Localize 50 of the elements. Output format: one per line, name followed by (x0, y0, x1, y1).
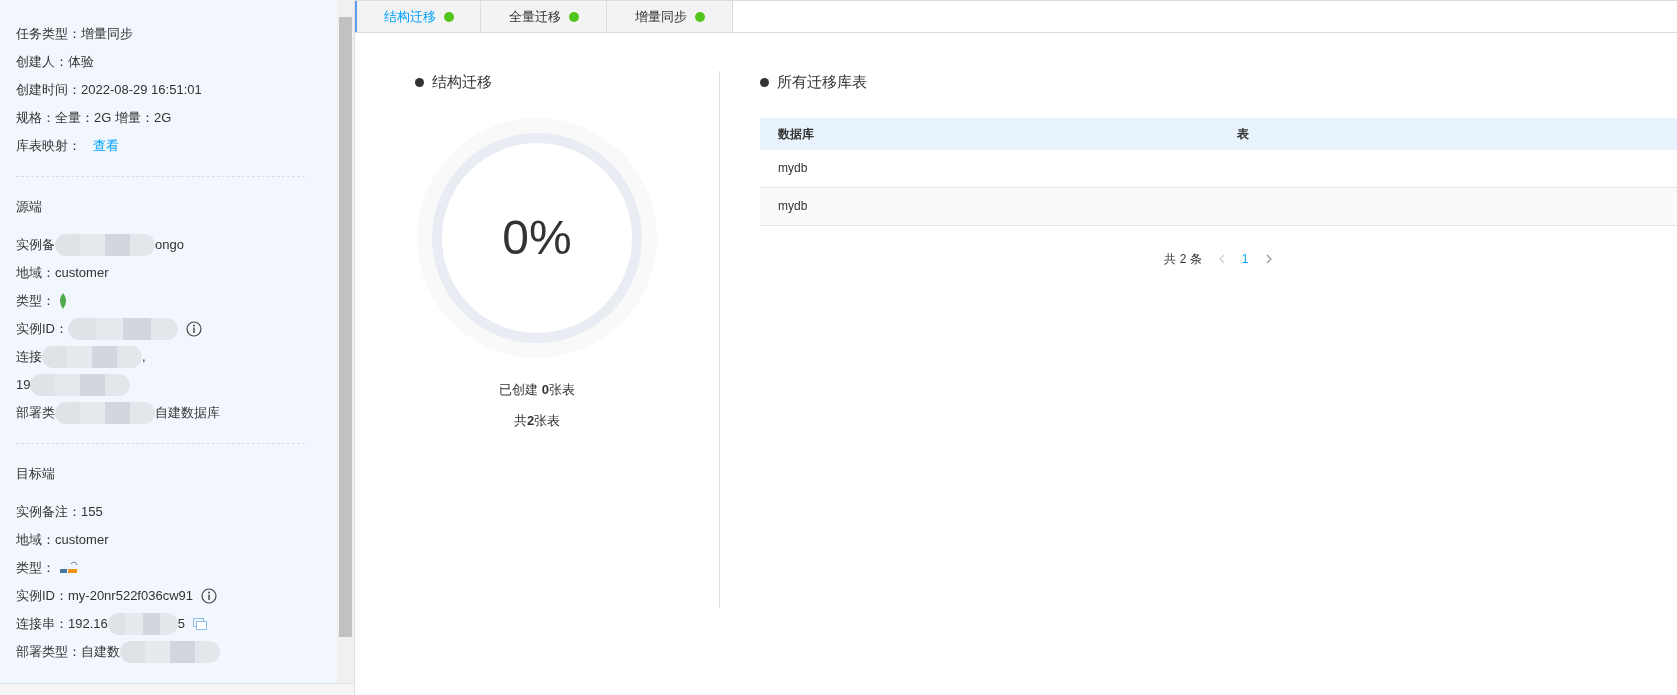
info-text: 连接 (16, 348, 42, 367)
tab[interactable]: 全量迁移 (481, 1, 607, 32)
table-cell: mydb (778, 199, 808, 213)
scrollbar[interactable] (337, 0, 354, 683)
section-heading: 结构迁移 (432, 72, 492, 92)
info-text: 地域：customer (16, 531, 109, 550)
section-title: 源端 (16, 198, 43, 217)
total-count: 共2张表 (513, 412, 561, 430)
info-text: 实例ID：my-20nr522f036cw91 (16, 587, 194, 606)
view-link[interactable]: 查看 (93, 136, 119, 156)
tab[interactable]: 增量同步 (607, 1, 733, 32)
info-text: 19 (16, 376, 31, 395)
info-text: 库表映射： (16, 137, 81, 156)
bullet-icon (760, 77, 769, 87)
bullet-icon (415, 77, 424, 87)
previous-page-icon[interactable] (1217, 253, 1226, 264)
info-icon[interactable] (186, 321, 202, 337)
info-text: 部署类 (16, 404, 55, 423)
info-text: 5 (177, 615, 185, 634)
info-text: 创建人：体验 (16, 53, 94, 72)
info-text: 实例ID： (16, 320, 68, 339)
info-text: ongo (155, 236, 184, 255)
total-count: 共 2 条 (1164, 250, 1202, 268)
info-text: 任务类型：增量同步 (16, 25, 133, 44)
section-heading: 所有迁移库表 (777, 72, 867, 92)
percent-value: 0% (502, 209, 572, 266)
dolphin-logo-icon (59, 561, 79, 575)
tab[interactable]: 结构迁移 (355, 1, 481, 32)
info-text: 连接串：192.16 (16, 615, 108, 634)
info-text: 实例备注：155 (16, 503, 103, 522)
info-icon[interactable] (201, 588, 218, 604)
info-label: 类型： (16, 559, 55, 578)
section-title: 目标端 (16, 465, 56, 484)
info-text: 实例备 (16, 236, 55, 255)
info-text: 自建数据库 (155, 404, 220, 423)
blur-patch (107, 613, 178, 635)
info-label: 类型： (16, 292, 55, 311)
table-cell: mydb (778, 161, 808, 175)
column-header: 表 (1235, 125, 1250, 143)
info-text: , (142, 348, 146, 367)
created-count: 已创建 0张表 (499, 380, 575, 399)
info-text: 地域：customer (16, 264, 109, 283)
leaf-logo-icon (59, 293, 67, 309)
info-text: 规格：全量：2G 增量：2G (16, 109, 172, 128)
page-number[interactable]: 1 (1241, 249, 1249, 268)
column-header: 数据库 (777, 125, 815, 143)
copy-icon[interactable] (193, 618, 207, 630)
info-text: 创建时间：2022-08-29 16:51:01 (16, 81, 202, 100)
next-page-icon[interactable] (1264, 253, 1273, 264)
info-text: 部署类型：自建数 (16, 643, 120, 662)
